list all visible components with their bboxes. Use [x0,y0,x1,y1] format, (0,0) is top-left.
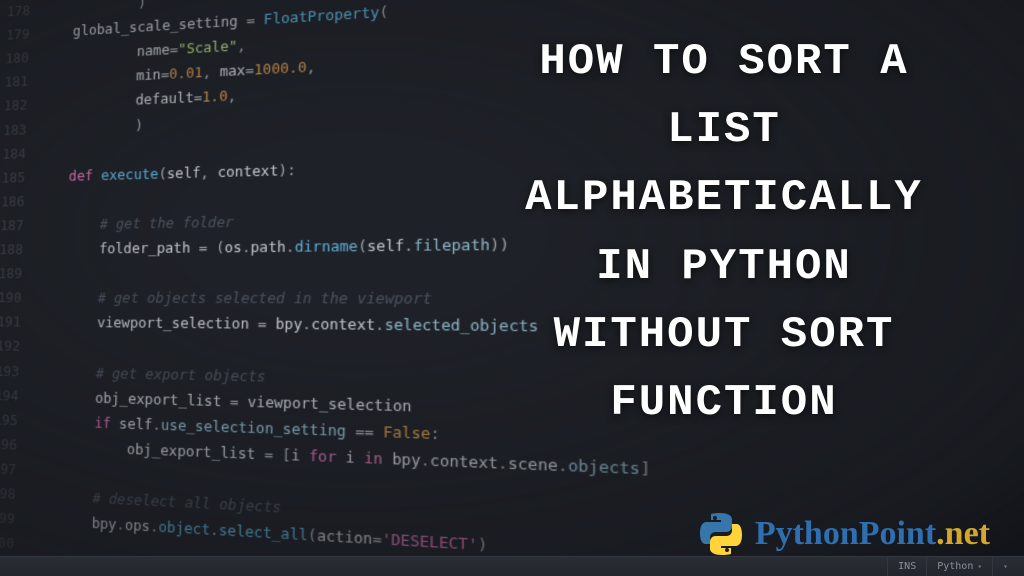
python-logo-icon [697,510,745,558]
editor-status-bar: INS Python ▾ ▾ [0,556,1024,576]
brand-name: PythonPoint [755,515,936,552]
thumbnail-canvas: 177 default='Y',178 )179 global_scale_se… [0,0,1024,576]
main-title: HOW TO SORT ALISTALPHABETICALLYIN PYTHON… [454,28,994,437]
status-extra: ▾ [992,557,1018,576]
brand-tld: .net [936,515,990,552]
status-ins: INS [887,557,926,576]
chevron-down-icon: ▾ [977,562,982,571]
status-lang: Python ▾ [926,557,992,576]
status-lang-label: Python [937,561,973,572]
brand-text: PythonPoint.net [755,515,990,553]
brand-badge: PythonPoint.net [697,510,990,558]
chevron-down-icon: ▾ [1003,562,1008,571]
status-ins-label: INS [898,561,916,572]
